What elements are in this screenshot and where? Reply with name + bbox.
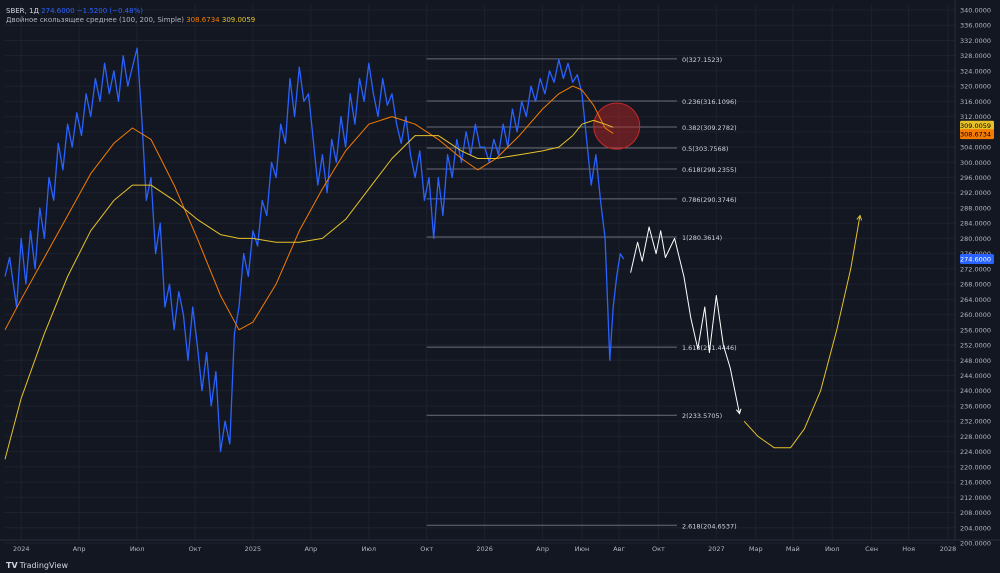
- fib-level-label: 2(233.5705): [682, 412, 722, 420]
- fib-level-label: 0.618(298.2355): [682, 166, 737, 174]
- tradingview-brand-name: TradingView: [19, 561, 68, 570]
- y-tick-label: 240.0000: [960, 387, 991, 395]
- price-tag-label: 274.6000: [960, 255, 991, 263]
- ma-slow-value: 309.0059: [221, 16, 256, 24]
- fib-level-label: 0.382(309.2782): [682, 124, 737, 132]
- x-tick-label: 2024: [13, 545, 30, 553]
- x-tick-label: Окт: [420, 545, 433, 553]
- y-tick-label: 224.0000: [960, 448, 991, 456]
- fib-level-label: 2.618(204.6537): [682, 522, 737, 530]
- x-tick-label: Авг: [613, 545, 625, 553]
- interval-label[interactable]: 1Д: [29, 7, 39, 15]
- y-tick-label: 248.0000: [960, 357, 991, 365]
- x-tick-label: Ноя: [902, 545, 915, 553]
- y-tick-label: 256.0000: [960, 326, 991, 334]
- y-tick-label: 252.0000: [960, 342, 991, 350]
- fib-level-label: 0.786(290.3746): [682, 196, 737, 204]
- y-tick-label: 328.0000: [960, 52, 991, 60]
- y-tick-label: 304.0000: [960, 144, 991, 152]
- x-tick-label: Июл: [825, 545, 840, 553]
- fib-level-label: 1(280.3614): [682, 234, 722, 242]
- fib-level-label: 0.5(303.7568): [682, 145, 728, 153]
- y-tick-label: 288.0000: [960, 204, 991, 212]
- y-tick-label: 208.0000: [960, 509, 991, 517]
- y-tick-label: 336.0000: [960, 22, 991, 30]
- y-tick-label: 264.0000: [960, 296, 991, 304]
- y-tick-label: 292.0000: [960, 189, 991, 197]
- x-tick-label: Июн: [575, 545, 590, 553]
- y-tick-label: 272.0000: [960, 265, 991, 273]
- y-tick-label: 204.0000: [960, 524, 991, 532]
- price-chart[interactable]: 0(327.1523) 0.236(316.1096) 0.382(309.2782…: [0, 0, 1000, 573]
- tradingview-brand[interactable]: TV TradingView: [6, 561, 68, 570]
- price-tag-label: 308.6734: [960, 131, 991, 139]
- x-tick-label: Окт: [189, 545, 202, 553]
- x-tick-label: Сен: [865, 545, 878, 553]
- price-tag-label: 309.0059: [960, 122, 991, 130]
- y-tick-label: 212.0000: [960, 494, 991, 502]
- indicator-label[interactable]: Двойное скользящее среднее (100, 200, Si…: [6, 16, 184, 24]
- y-tick-label: 216.0000: [960, 479, 991, 487]
- y-tick-label: 200.0000: [960, 540, 991, 548]
- x-tick-label: Апр: [536, 545, 549, 553]
- x-tick-label: Июл: [130, 545, 145, 553]
- y-tick-label: 236.0000: [960, 402, 991, 410]
- x-tick-label: 2028: [940, 545, 957, 553]
- y-tick-label: 232.0000: [960, 418, 991, 426]
- fib-level-label: 0(327.1523): [682, 56, 722, 64]
- x-tick-label: 2026: [476, 545, 493, 553]
- x-tick-label: Окт: [652, 545, 665, 553]
- y-tick-label: 340.0000: [960, 7, 991, 15]
- y-tick-label: 316.0000: [960, 98, 991, 106]
- highlight-circle[interactable]: [593, 102, 641, 150]
- x-tick-label: Апр: [304, 545, 317, 553]
- x-tick-label: Май: [786, 545, 800, 553]
- y-tick-label: 260.0000: [960, 311, 991, 319]
- legend-indicator-row: Двойное скользящее среднее (100, 200, Si…: [6, 16, 255, 24]
- y-tick-label: 284.0000: [960, 220, 991, 228]
- x-tick-label: Апр: [73, 545, 86, 553]
- y-tick-label: 332.0000: [960, 37, 991, 45]
- fib-level-label: 0.236(316.1096): [682, 98, 737, 106]
- last-price: 274.6000: [41, 7, 75, 15]
- x-tick-label: 2027: [708, 545, 725, 553]
- tradingview-logo-icon: TV: [6, 561, 18, 570]
- x-tick-label: Июл: [362, 545, 377, 553]
- y-tick-label: 280.0000: [960, 235, 991, 243]
- y-tick-label: 228.0000: [960, 433, 991, 441]
- y-tick-label: 296.0000: [960, 174, 991, 182]
- y-tick-label: 320.0000: [960, 83, 991, 91]
- y-tick-label: 300.0000: [960, 159, 991, 167]
- ma-fast-value: 308.6734: [186, 16, 220, 24]
- legend-symbol-row: SBER, 1Д 274.6000 −1.5200 (−0.48%): [6, 7, 143, 15]
- y-tick-label: 220.0000: [960, 463, 991, 471]
- x-tick-label: 2025: [245, 545, 262, 553]
- y-tick-label: 268.0000: [960, 281, 991, 289]
- y-tick-label: 312.0000: [960, 113, 991, 121]
- symbol-name[interactable]: SBER: [6, 7, 25, 15]
- y-tick-label: 244.0000: [960, 372, 991, 380]
- price-change: −1.5200 (−0.48%): [76, 7, 143, 15]
- y-tick-label: 324.0000: [960, 67, 991, 75]
- x-tick-label: Мар: [749, 545, 763, 553]
